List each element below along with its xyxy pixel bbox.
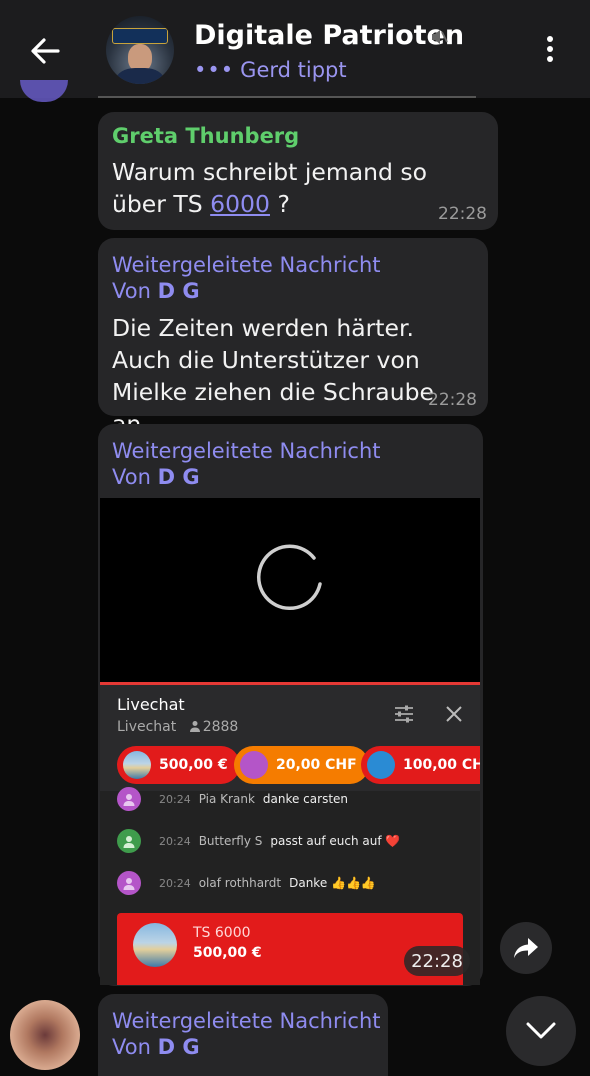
superchat-amount: 500,00 € <box>193 945 262 961</box>
muted-icon <box>432 30 448 44</box>
forwarded-from-name[interactable]: D G <box>158 1035 200 1059</box>
message-time: 22:28 <box>428 390 477 410</box>
typing-indicator: ••• Gerd tippt <box>194 58 347 82</box>
forwarded-header: Weitergeleitete Nachricht Von D G <box>112 438 381 490</box>
message-time: 22:28 <box>438 204 487 224</box>
typing-dots: ••• <box>194 58 235 82</box>
forwarded-label: Weitergeleitete Nachricht <box>112 439 381 463</box>
sender-avatar[interactable] <box>10 1000 80 1070</box>
partial-avatar <box>20 80 68 102</box>
user-avatar-icon <box>117 787 141 811</box>
typing-text: Gerd tippt <box>240 58 347 82</box>
channel-avatar[interactable] <box>106 16 174 84</box>
forwarded-from-name[interactable]: D G <box>158 279 200 303</box>
back-arrow-icon[interactable] <box>28 34 62 68</box>
forwarded-header: Weitergeleitete Nachricht Von D G <box>112 252 381 304</box>
user-avatar-icon <box>117 871 141 895</box>
message-text: Die Zeiten werden härter. Auch die Unter… <box>112 314 434 438</box>
loading-spinner-icon <box>256 544 322 611</box>
message-bubble[interactable]: Weitergeleitete Nachricht Von D G <box>98 994 388 1076</box>
forwarded-from-prefix: Von <box>112 1035 158 1059</box>
message-sender[interactable]: Greta Thunberg <box>112 124 299 148</box>
user-avatar-icon <box>117 829 141 853</box>
viewers-icon <box>189 721 200 732</box>
livechat-panel: Livechat Livechat 2888 500,00 € 20,00 CH… <box>100 685 480 985</box>
scroll-to-bottom-button[interactable] <box>506 996 576 1066</box>
share-arrow-icon <box>514 938 538 958</box>
share-button[interactable] <box>500 922 552 974</box>
message-text: Warum schreibt jemand so über TS 6000 ? <box>112 158 428 218</box>
message-time: 22:28 <box>404 946 470 976</box>
forwarded-header: Weitergeleitete Nachricht Von D G <box>112 1008 381 1060</box>
more-options-icon[interactable] <box>540 36 560 66</box>
superchat-chip[interactable]: 100,00 CHF <box>361 746 480 784</box>
livechat-title: Livechat <box>117 695 185 714</box>
message-bubble[interactable]: Greta Thunberg Warum schreibt jemand so … <box>98 112 498 230</box>
forwarded-label: Weitergeleitete Nachricht <box>112 1009 381 1033</box>
viewer-count: 2888 <box>202 719 239 735</box>
livechat-row: 20:24 Butterfly S passt auf euch auf ❤️ <box>100 826 480 856</box>
superchat-name: TS 6000 <box>193 925 251 941</box>
superchat-chip[interactable]: 500,00 € <box>117 746 240 784</box>
livechat-row: 20:24 Pia Krank danke carsten <box>100 784 480 814</box>
video-player[interactable] <box>100 498 480 682</box>
partial-message-bubble <box>98 90 476 98</box>
message-link[interactable]: 6000 <box>210 190 270 218</box>
forwarded-from-prefix: Von <box>112 465 158 489</box>
forwarded-label: Weitergeleitete Nachricht <box>112 253 381 277</box>
tune-icon[interactable] <box>393 703 415 725</box>
forwarded-from-name[interactable]: D G <box>158 465 200 489</box>
message-bubble[interactable]: Weitergeleitete Nachricht Von D G Die Ze… <box>98 238 488 438</box>
close-icon[interactable] <box>445 705 463 723</box>
livechat-row: 20:24 olaf rothhardt Danke 👍👍👍 <box>100 868 480 898</box>
livechat-subtitle: Livechat 2888 <box>117 719 239 735</box>
channel-title[interactable]: Digitale Patrioten <box>194 20 464 51</box>
chat-header: Digitale Patrioten ••• Gerd tippt <box>0 0 590 98</box>
chevron-down-icon <box>526 1022 556 1039</box>
superchat-avatar <box>133 923 177 967</box>
superchat-chip[interactable]: 20,00 CHF <box>234 746 369 784</box>
forwarded-from-prefix: Von <box>112 279 158 303</box>
